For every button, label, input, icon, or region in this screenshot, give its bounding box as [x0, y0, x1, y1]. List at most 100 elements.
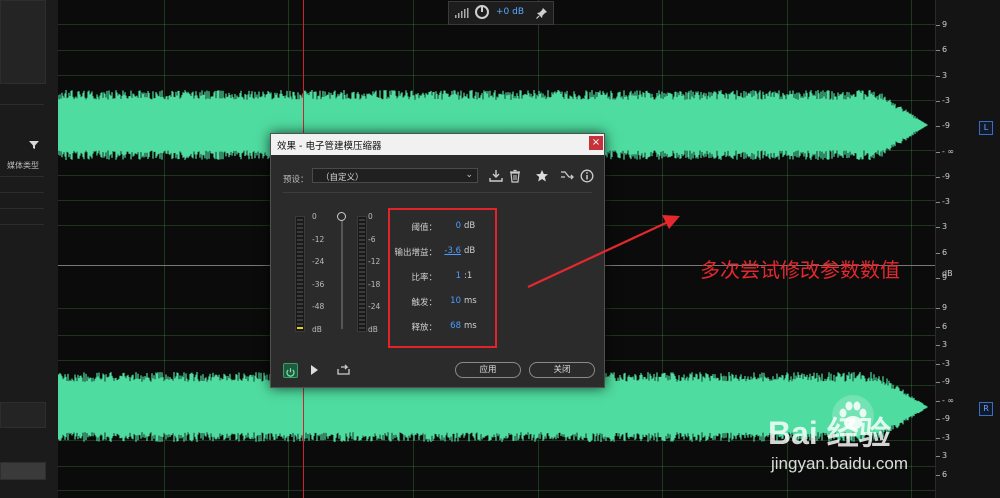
ruler-tick-label: -9: [942, 171, 950, 181]
param-unit: dB: [464, 221, 476, 231]
preset-value: （自定义）: [321, 173, 364, 183]
meter-scale-label: -6: [368, 234, 376, 244]
ruler-tick-label: - ∞: [942, 395, 955, 405]
meter-segment: [359, 319, 365, 321]
close-button[interactable]: 关闭: [529, 362, 595, 378]
gain-slider-track[interactable]: [341, 217, 343, 329]
panel-block-mid: [0, 402, 46, 428]
favorite-star-icon[interactable]: [535, 169, 549, 183]
panel-divider: [0, 176, 44, 177]
meter-segment: [297, 259, 303, 261]
meter-segment: [359, 235, 365, 237]
meter-segment: [297, 263, 303, 265]
power-toggle-button[interactable]: [283, 363, 298, 378]
meter-segment: [297, 307, 303, 309]
loop-icon[interactable]: [337, 364, 350, 376]
meter-segment: [359, 227, 365, 229]
meter-segment: [359, 251, 365, 253]
dialog-close-button[interactable]: ×: [589, 136, 603, 150]
param-value[interactable]: 1: [456, 271, 461, 281]
meter-segment: [359, 279, 365, 281]
param-unit: dB: [464, 246, 476, 256]
meter-segment: [359, 323, 365, 325]
ruler-tick-mark: [936, 278, 940, 279]
volume-value[interactable]: +0 dB: [496, 7, 524, 17]
filter-icon[interactable]: [28, 139, 40, 151]
ruler-tick-mark: [936, 308, 940, 309]
gain-slider-knob[interactable]: [337, 212, 346, 221]
meter-segment: [297, 219, 303, 221]
meter-segment: [359, 275, 365, 277]
meter-segment: [297, 239, 303, 241]
channel-right-badge[interactable]: R: [979, 402, 993, 416]
ruler-tick-label: -3: [942, 197, 950, 207]
save-preset-icon[interactable]: [489, 169, 503, 183]
dialog-separator: [283, 192, 592, 193]
media-type-label: 媒体类型: [7, 161, 39, 170]
param-value[interactable]: -3.6: [444, 246, 461, 256]
compressor-dialog: 效果 - 电子管建模压缩器 × 预设： （自定义） ⌄ 0 -12 -24 -36 -4…: [270, 133, 605, 388]
meter-segment: [359, 303, 365, 305]
param-value[interactable]: 68: [450, 321, 461, 331]
info-icon[interactable]: [580, 169, 594, 183]
meter-segment: [297, 271, 303, 273]
ruler-tick-mark: [936, 382, 940, 383]
dialog-titlebar[interactable]: 效果 - 电子管建模压缩器 ×: [271, 134, 604, 155]
meter-scale-label: dB: [312, 324, 322, 334]
param-value[interactable]: 10: [450, 296, 461, 306]
meter-segment: [359, 299, 365, 301]
ruler-tick-mark: [936, 326, 940, 328]
ruler-tick-mark: [936, 345, 940, 346]
meter-segment: [297, 267, 303, 269]
meter-scale-label: 0: [368, 212, 373, 221]
delete-preset-icon[interactable]: [508, 169, 522, 183]
parameter-panel: 阈值： 0 dB 输出增益： -3.6 dB 比率： 1:1 触发： 10 ms 释放： 68 ms: [388, 208, 497, 348]
amplitude-ruler: 9 6 3 -3 -9- ∞ -9 -3 3 6 9 dB 9 6 3 -3 -9- ∞ -9 -3 3 6 L …: [935, 0, 1000, 498]
ruler-tick-label: -9: [942, 121, 950, 131]
ruler-tick-label: 9: [942, 20, 948, 29]
preset-select[interactable]: （自定义） ⌄: [312, 168, 478, 183]
meter-segment: [359, 271, 365, 273]
meter-segment: [359, 295, 365, 297]
level-bars-icon: [455, 8, 469, 18]
param-value[interactable]: 0: [456, 221, 461, 231]
play-icon[interactable]: [311, 365, 318, 375]
power-icon: [286, 368, 295, 377]
meter-segment: [297, 295, 303, 297]
param-label: 触发：: [411, 298, 437, 308]
meter-scale-label: -36: [312, 279, 325, 289]
param-unit: :1: [464, 271, 473, 281]
ruler-tick-mark: [936, 252, 940, 254]
ruler-tick-mark: [936, 227, 940, 229]
pin-icon[interactable]: [535, 6, 549, 20]
chevron-down-icon: ⌄: [465, 170, 473, 180]
meter-segment: [359, 247, 365, 249]
ruler-tick-label: 3: [942, 451, 948, 460]
ruler-tick-mark: [936, 419, 940, 420]
meter-segment: [359, 311, 365, 313]
meter-scale-label: -18: [368, 279, 381, 289]
routing-icon[interactable]: [560, 169, 574, 183]
meter-segment: [359, 223, 365, 225]
left-panel: 媒体类型: [0, 0, 59, 498]
meter-segment: [359, 231, 365, 233]
meter-segment: [297, 283, 303, 285]
apply-button[interactable]: 应用: [455, 362, 521, 378]
ruler-unit: dB: [942, 269, 953, 278]
ruler-tick-mark: [936, 363, 940, 365]
meter-segment: [297, 235, 303, 237]
param-label: 阈值：: [411, 223, 437, 233]
volume-knob-icon[interactable]: [475, 5, 489, 19]
meter-scale-label: 0: [312, 212, 317, 221]
meter-segment: [359, 287, 365, 289]
meter-segment: [359, 315, 365, 317]
meter-segment: [359, 255, 365, 257]
ruler-tick-label: 9: [942, 303, 948, 312]
ruler-tick-label: -9: [942, 377, 950, 386]
param-label: 释放：: [411, 323, 437, 333]
panel-scroll-item[interactable]: [0, 462, 46, 480]
meter-segment: [297, 299, 303, 301]
meter-segment: [297, 227, 303, 229]
meter-segment: [297, 287, 303, 289]
channel-left-badge[interactable]: L: [979, 121, 993, 135]
